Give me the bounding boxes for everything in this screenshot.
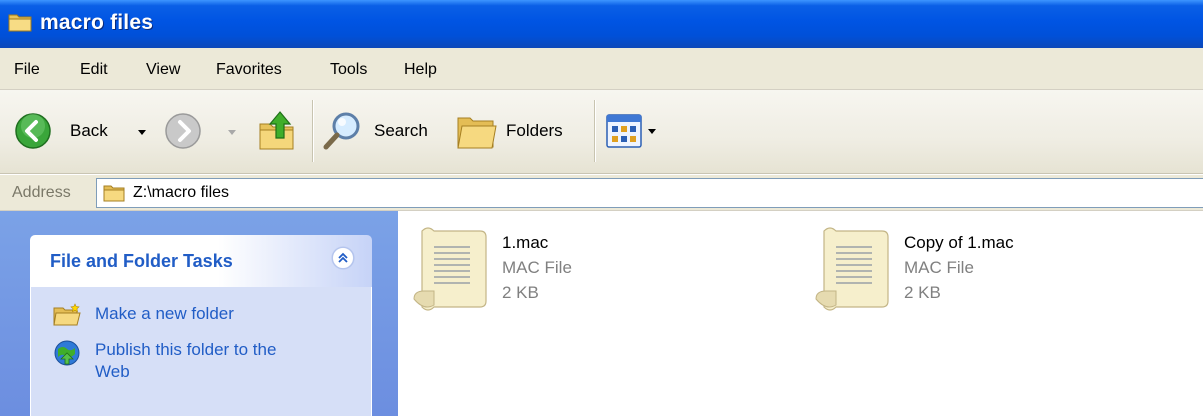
task-panel-header[interactable]: File and Folder Tasks — [30, 235, 372, 287]
views-icon — [606, 114, 642, 148]
file-size: 2 KB — [502, 283, 539, 302]
forward-button[interactable] — [164, 112, 240, 154]
search-label: Search — [374, 121, 428, 140]
back-button[interactable]: Back — [14, 112, 164, 154]
folders-icon — [457, 117, 497, 149]
up-folder-icon[interactable] — [258, 108, 298, 152]
task-pane: File and Folder Tasks Make a new folder … — [0, 211, 398, 416]
toolbar-separator — [312, 100, 314, 162]
file-type: MAC File — [904, 258, 974, 277]
make-new-folder-link[interactable]: Make a new folder — [31, 303, 373, 329]
text-document-icon — [815, 227, 889, 311]
search-button[interactable]: Search — [322, 110, 442, 154]
toolbar-separator — [594, 100, 596, 162]
folders-label: Folders — [506, 121, 563, 140]
folder-icon — [103, 185, 125, 202]
file-size: 2 KB — [904, 283, 941, 302]
file-type: MAC File — [502, 258, 572, 277]
folder-icon — [8, 14, 32, 32]
publish-folder-link[interactable]: Publish this folder to the Web — [31, 339, 373, 387]
menu-edit[interactable]: Edit — [80, 61, 108, 79]
publish-web-icon — [54, 340, 80, 366]
menu-help[interactable]: Help — [404, 61, 437, 79]
back-arrow-icon — [15, 113, 51, 149]
menu-view[interactable]: View — [146, 61, 180, 79]
collapse-button[interactable] — [332, 247, 354, 269]
make-new-folder-label: Make a new folder — [95, 304, 234, 323]
publish-folder-label-line1: Publish this folder to the — [95, 340, 277, 359]
file-item[interactable]: 1.mac MAC File 2 KB — [410, 225, 650, 315]
file-name: Copy of 1.mac — [904, 233, 1014, 252]
new-folder-icon — [53, 303, 81, 326]
menu-tools[interactable]: Tools — [330, 61, 367, 79]
title-bar[interactable]: macro files — [0, 0, 1203, 48]
back-label: Back — [70, 121, 108, 140]
double-chevron-up-icon — [338, 252, 348, 263]
task-panel-body: Make a new folder Publish this folder to… — [30, 287, 372, 416]
address-bar: Address Z:\macro files — [0, 175, 1203, 211]
back-dropdown-icon[interactable] — [138, 130, 146, 135]
forward-dropdown-icon[interactable] — [228, 130, 236, 135]
toolbar: Back Search Folders — [0, 90, 1203, 174]
menu-favorites[interactable]: Favorites — [216, 61, 282, 79]
file-item[interactable]: Copy of 1.mac MAC File 2 KB — [812, 225, 1072, 315]
window-title: macro files — [40, 11, 154, 34]
task-panel-title: File and Folder Tasks — [50, 251, 233, 271]
forward-arrow-icon — [165, 113, 201, 149]
address-path: Z:\macro files — [133, 184, 230, 201]
file-list: 1.mac MAC File 2 KB Copy of 1.mac MAC Fi… — [398, 211, 1203, 416]
address-field[interactable]: Z:\macro files — [96, 178, 1203, 208]
text-document-icon — [413, 227, 487, 311]
folders-button[interactable]: Folders — [456, 112, 580, 154]
search-icon — [323, 112, 360, 150]
views-button[interactable] — [606, 114, 668, 150]
address-label: Address — [12, 184, 71, 201]
views-dropdown-icon[interactable] — [648, 129, 656, 134]
menu-file[interactable]: File — [14, 61, 40, 79]
publish-folder-label-line2: Web — [95, 362, 130, 381]
menu-bar: File Edit View Favorites Tools Help — [0, 48, 1203, 90]
file-name: 1.mac — [502, 233, 549, 252]
